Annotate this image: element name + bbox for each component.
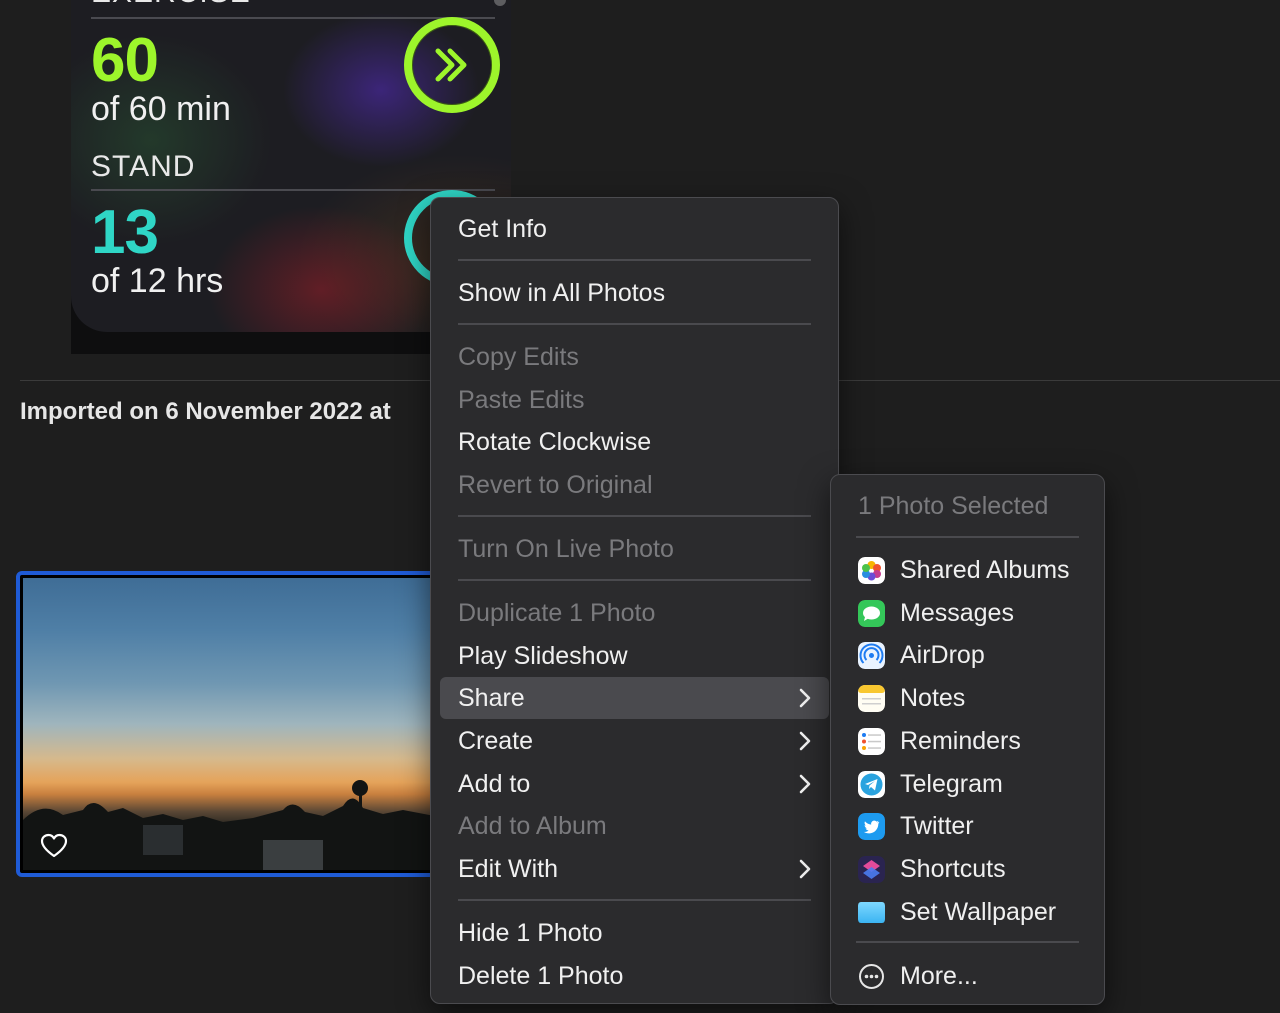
menu-item-get-info[interactable]: Get Info (440, 208, 829, 250)
share-item-telegram[interactable]: Telegram (840, 763, 1095, 805)
share-item-notes[interactable]: Notes (840, 677, 1095, 719)
treeline-silhouette (23, 780, 432, 870)
share-submenu: 1 Photo Selected Shared Albums Messages … (830, 474, 1105, 1005)
share-item-shared-albums[interactable]: Shared Albums (840, 549, 1095, 591)
share-more-label: More... (900, 962, 978, 990)
exercise-divider (91, 17, 495, 19)
share-item-airdrop[interactable]: AirDrop (840, 634, 1095, 676)
share-item-shortcuts[interactable]: Shortcuts (840, 848, 1095, 890)
exercise-label: EXERCISE (91, 0, 251, 10)
menu-item-turn-on-live-photo: Turn On Live Photo (458, 535, 674, 563)
menu-item-edit-with-label: Edit With (458, 855, 559, 883)
menu-item-create[interactable]: Create (440, 720, 829, 762)
menu-item-revert-to-original: Revert to Original (458, 471, 653, 499)
menu-item-edit-with[interactable]: Edit With (440, 848, 829, 890)
favorite-heart-icon[interactable] (40, 833, 68, 859)
twitter-icon (858, 813, 885, 840)
chevron-right-icon (799, 774, 811, 794)
exercise-ring-icon (404, 17, 500, 113)
share-item-set-wallpaper[interactable]: Set Wallpaper (840, 891, 1095, 933)
menu-separator (856, 536, 1079, 538)
shortcuts-icon (858, 856, 885, 883)
stand-divider (91, 189, 495, 191)
share-item-label: Shortcuts (900, 855, 1006, 883)
menu-item-duplicate-photo: Duplicate 1 Photo (458, 599, 656, 627)
telegram-icon (858, 771, 885, 798)
photos-icon (858, 557, 885, 584)
share-item-label: Notes (900, 684, 966, 712)
chevron-right-icon (799, 859, 811, 879)
menu-separator (458, 899, 811, 901)
menu-item-paste-edits: Paste Edits (458, 386, 585, 414)
stand-label: STAND (91, 150, 196, 183)
share-item-reminders[interactable]: Reminders (840, 720, 1095, 762)
share-item-label: Set Wallpaper (900, 898, 1057, 926)
menu-separator (458, 323, 811, 325)
share-item-label: Twitter (900, 812, 974, 840)
context-menu: Get Info Show in All Photos Copy Edits P… (430, 197, 839, 1004)
share-item-messages[interactable]: Messages (840, 592, 1095, 634)
menu-item-rotate-clockwise[interactable]: Rotate Clockwise (440, 421, 829, 463)
stand-value: 13 (91, 198, 159, 267)
chevron-right-icon (799, 731, 811, 751)
share-item-label: Reminders (900, 727, 1021, 755)
share-header: 1 Photo Selected (858, 492, 1049, 520)
menu-item-copy-edits: Copy Edits (458, 343, 579, 371)
share-item-label: Messages (900, 599, 1014, 627)
menu-item-play-slideshow[interactable]: Play Slideshow (440, 635, 829, 677)
share-item-label: Shared Albums (900, 556, 1070, 584)
menu-item-add-to-label: Add to (458, 770, 531, 798)
stand-subtitle: of 12 hrs (91, 262, 224, 300)
airdrop-icon (858, 642, 885, 669)
messages-icon (858, 600, 885, 627)
more-icon (859, 964, 884, 989)
selected-photo-thumbnail[interactable] (16, 571, 436, 877)
menu-separator (458, 259, 811, 261)
share-item-label: Telegram (900, 770, 1003, 798)
menu-separator (856, 941, 1079, 943)
menu-item-create-label: Create (458, 727, 534, 755)
share-item-more[interactable]: More... (840, 955, 1095, 997)
menu-item-share-label: Share (458, 684, 525, 712)
wallpaper-icon (858, 902, 885, 923)
menu-separator (458, 579, 811, 581)
import-date-heading: Imported on 6 November 2022 at (20, 398, 391, 425)
share-item-label: AirDrop (900, 641, 985, 669)
reminders-icon (858, 728, 885, 755)
exercise-value: 60 (91, 26, 159, 95)
menu-item-add-to-album: Add to Album (458, 812, 607, 840)
menu-separator (458, 515, 811, 517)
chevron-right-icon (799, 688, 811, 708)
notes-icon (858, 685, 885, 712)
menu-item-show-in-all-photos[interactable]: Show in All Photos (440, 272, 829, 314)
share-item-twitter[interactable]: Twitter (840, 805, 1095, 847)
menu-item-add-to[interactable]: Add to (440, 763, 829, 805)
menu-item-hide-photo[interactable]: Hide 1 Photo (440, 912, 829, 954)
menu-item-share[interactable]: Share (440, 677, 829, 719)
menu-item-delete-photo[interactable]: Delete 1 Photo (440, 955, 829, 997)
exercise-subtitle: of 60 min (91, 90, 231, 128)
